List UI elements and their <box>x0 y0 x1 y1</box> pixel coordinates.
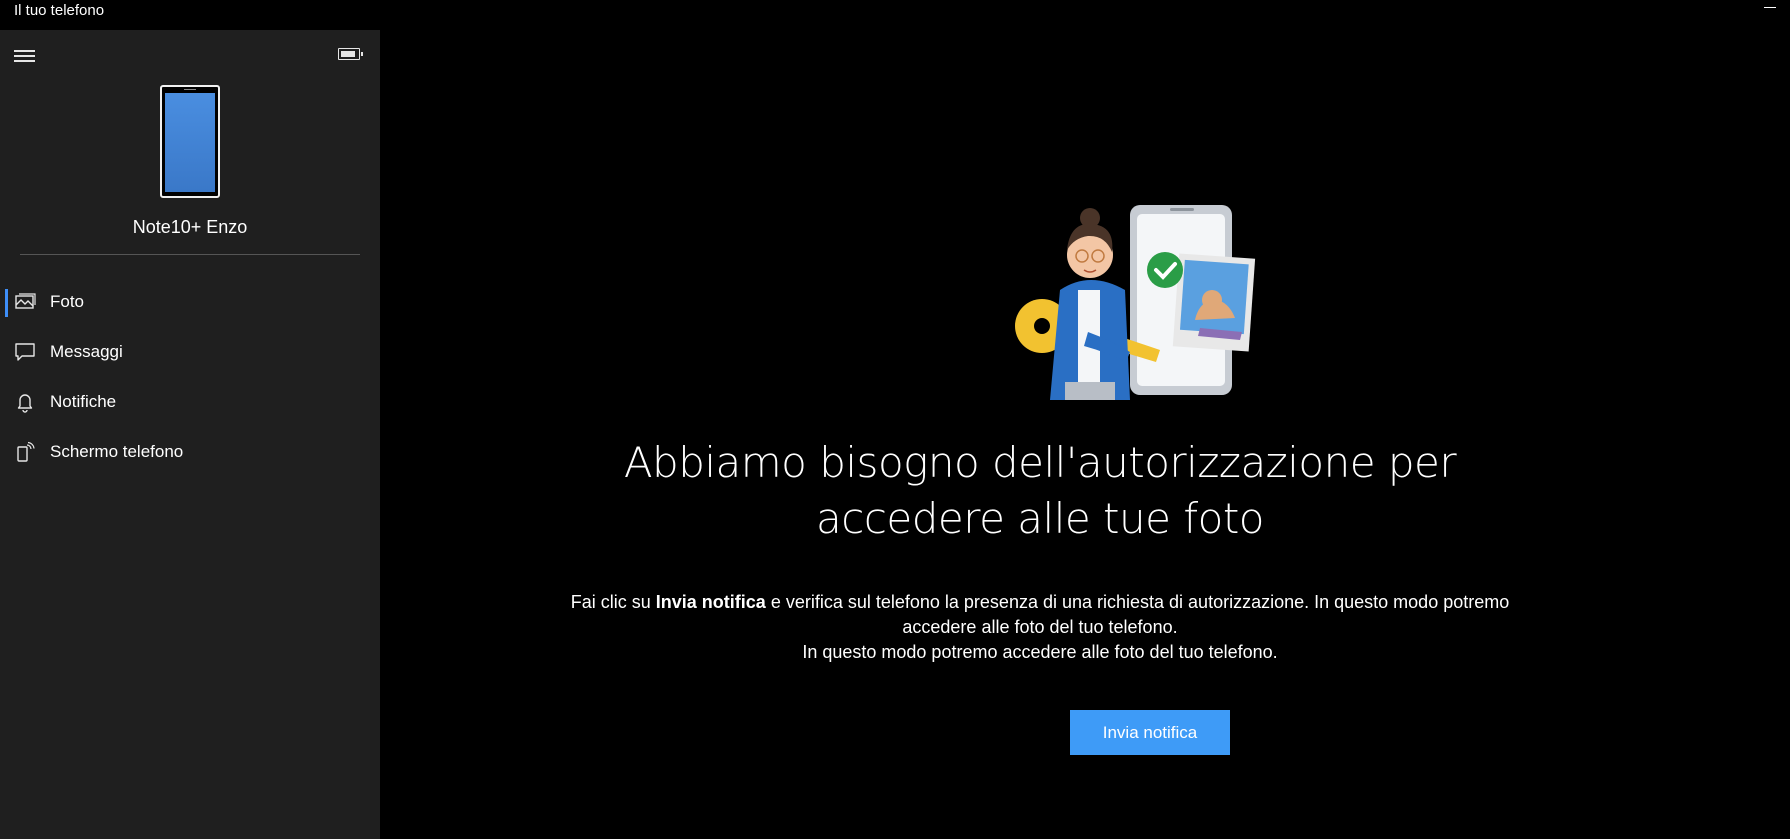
phone-device-icon <box>160 85 220 198</box>
sidebar-item-schermo-telefono[interactable]: Schermo telefono <box>0 427 380 471</box>
sidebar: Note10+ Enzo Foto Messaggi Notifiche Sch… <box>0 30 380 839</box>
permission-illustration <box>1015 205 1256 400</box>
description-text: Fai clic su Invia notifica e verifica su… <box>560 590 1520 665</box>
sidebar-item-messaggi[interactable]: Messaggi <box>0 327 380 371</box>
sidebar-item-label: Messaggi <box>50 342 123 361</box>
sidebar-item-label: Notifiche <box>50 392 117 411</box>
divider <box>20 254 360 255</box>
sidebar-item-label: Foto <box>50 292 85 311</box>
title-bar: Il tuo telefono <box>0 0 1790 22</box>
photos-icon <box>15 293 36 309</box>
sidebar-item-label: Schermo telefono <box>50 442 184 461</box>
description-suffix: e verifica sul telefono la presenza di u… <box>765 592 1510 637</box>
main-content: Abbiamo bisogno dell'autorizzazione per … <box>380 30 1790 839</box>
battery-icon <box>338 48 363 60</box>
message-icon <box>15 343 35 361</box>
description-line2: In questo modo potremo accedere alle fot… <box>802 642 1278 662</box>
send-notification-button[interactable]: Invia notifica <box>1070 710 1230 755</box>
description-bold: Invia notifica <box>655 592 766 612</box>
bell-icon <box>17 394 33 413</box>
window-title: Il tuo telefono <box>14 2 105 19</box>
sidebar-item-foto[interactable]: Foto <box>0 277 380 321</box>
selection-indicator <box>5 289 8 317</box>
description-prefix: Fai clic su <box>570 592 656 612</box>
hamburger-menu-icon[interactable] <box>14 48 36 64</box>
minimize-button[interactable] <box>1764 0 1778 14</box>
device-name: Note10+ Enzo <box>132 217 248 237</box>
sidebar-item-notifiche[interactable]: Notifiche <box>0 377 380 421</box>
phone-screen-icon <box>17 441 35 462</box>
page-title: Abbiamo bisogno dell'autorizzazione per … <box>623 438 1457 543</box>
